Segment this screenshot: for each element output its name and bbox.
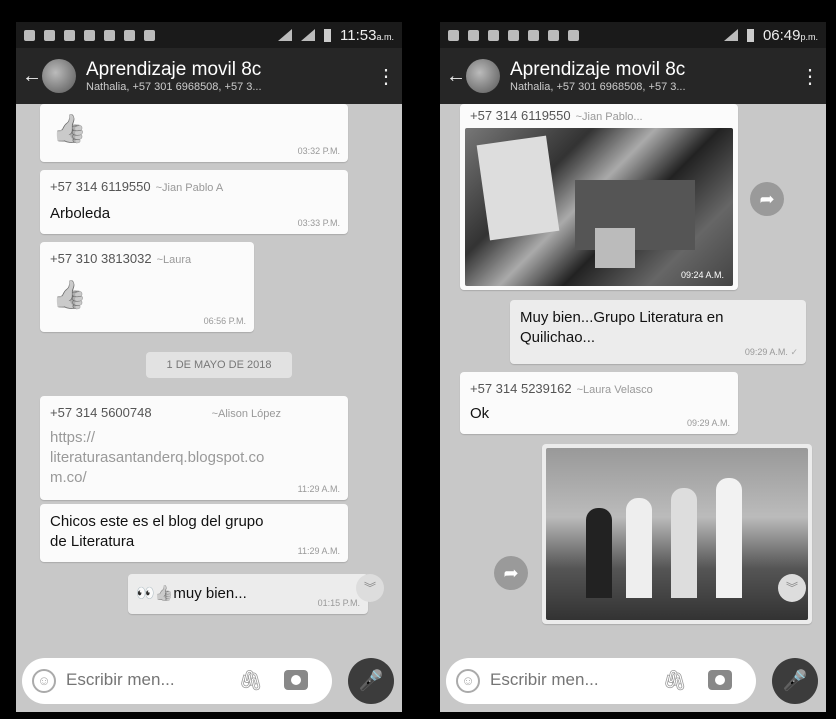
message-bubble[interactable]: +57 314 5239162 ~Laura Velasco Ok 09:29 A… [460, 372, 738, 434]
message-sender: +57 314 5600748 ~Alison López [50, 405, 281, 420]
paperclip-icon[interactable]: 🖇 [238, 668, 263, 693]
group-title: Aprendizaje movil 8c [510, 59, 686, 80]
group-avatar[interactable] [42, 59, 76, 93]
battery-icon [324, 28, 332, 42]
notification-icon [568, 29, 579, 41]
more-vert-icon[interactable]: ⋮ [376, 64, 396, 89]
mic-icon[interactable]: 🎤 [772, 658, 818, 704]
download-icon [548, 29, 559, 41]
message-link[interactable]: https:// literaturasantanderq.blogspot.c… [50, 428, 264, 488]
notification-icon [104, 29, 115, 41]
notification-icon [84, 29, 95, 41]
wifi-icon [278, 29, 293, 41]
notification-icon [528, 29, 539, 41]
mic-icon[interactable]: 🎤 [348, 658, 394, 704]
emoji-icon[interactable]: ☺ [456, 669, 480, 693]
date-separator: 1 DE MAYO DE 2018 [146, 352, 292, 378]
chat-area[interactable]: 👍 03:32 P.M. +57 314 6119550 ~Jian Pablo … [16, 104, 402, 650]
message-bubble[interactable]: 👍 03:32 P.M. [40, 104, 348, 162]
message-text: Arboleda [50, 205, 111, 222]
message-input[interactable] [490, 670, 640, 690]
scroll-down-button[interactable]: ︾ [356, 574, 384, 602]
message-text: Ok [470, 405, 490, 422]
message-text: Muy bien...Grupo Literatura en Quilichao… [520, 309, 724, 346]
message-bubble-outgoing[interactable]: 👀👍muy bien... 01:15 P.M. [128, 574, 368, 614]
chat-photo[interactable] [546, 448, 808, 620]
camera-icon[interactable] [284, 670, 308, 690]
chat-area[interactable]: +57 314 6119550 ~Jian Pablo... 09:24 A.M.… [440, 104, 826, 650]
message-time: 11:29 A.M. [297, 484, 340, 494]
message-sender: +57 314 6119550 ~Jian Pablo A [50, 179, 224, 194]
message-bubble[interactable]: +57 314 6119550 ~Jian Pablo A Arboleda 03… [40, 170, 348, 234]
message-sender: +57 310 3813032 ~Laura [50, 251, 192, 266]
message-bubble[interactable]: +57 310 3813032 ~Laura 👍 06:56 P.M. [40, 242, 254, 332]
status-bar: 06:49p.m. [440, 22, 826, 48]
right-phone-screen: 06:49p.m. ← Aprendizaje movil 8c Nathali… [440, 22, 826, 712]
arrow-left-icon[interactable]: ← [446, 65, 466, 88]
message-input-bar: ☺ 🖇 🎤 [16, 650, 402, 712]
group-avatar[interactable] [466, 59, 500, 93]
left-phone-screen: 11:53a.m. ← Aprendizaje movil 8c Nathali… [16, 22, 402, 712]
forward-icon[interactable]: ➦ [494, 556, 528, 590]
arrow-left-icon[interactable]: ← [22, 65, 42, 88]
emoji-icon[interactable]: ☺ [32, 669, 56, 693]
status-time: 11:53a.m. [340, 26, 394, 44]
scroll-down-button[interactable]: ︾ [778, 574, 806, 602]
paperclip-icon[interactable]: 🖇 [662, 668, 687, 693]
message-time: 11:29 A.M. [297, 546, 340, 556]
check-icon: ✓ [790, 347, 798, 357]
message-time: 09:29 A.M. [686, 418, 730, 428]
message-sender: +57 314 6119550 ~Jian Pablo... [470, 108, 643, 123]
battery-icon [746, 28, 754, 42]
message-time: 01:15 P.M. [317, 598, 360, 608]
notification-icon [44, 29, 55, 41]
message-time: 09:24 A.M. [680, 270, 724, 280]
usb-icon [64, 29, 75, 41]
chat-title-area[interactable]: Aprendizaje movil 8c Nathalia, +57 301 6… [86, 59, 376, 93]
message-time: 03:32 P.M. [297, 146, 340, 156]
thumbs-up-icon: 👍 [52, 113, 87, 144]
message-input-pill[interactable]: ☺ 🖇 [446, 658, 756, 704]
chat-title-area[interactable]: Aprendizaje movil 8c Nathalia, +57 301 6… [510, 59, 800, 93]
message-input-bar: ☺ 🖇 🎤 [440, 650, 826, 712]
message-time: 06:56 P.M. [203, 316, 246, 326]
chat-header: ← Aprendizaje movil 8c Nathalia, +57 301… [16, 48, 402, 104]
group-title: Aprendizaje movil 8c [86, 59, 262, 80]
notification-icon [24, 29, 35, 41]
signal-icon [723, 29, 738, 41]
group-members: Nathalia, +57 301 6968508, +57 3... [510, 81, 686, 93]
mail-icon [144, 29, 155, 41]
message-bubble[interactable]: +57 314 5600748 ~Alison López https:// li… [40, 396, 348, 500]
message-time: 09:29 A.M. ✓ [744, 347, 798, 357]
eyes-emoji-icon: 👀 [136, 585, 155, 602]
status-bar: 11:53a.m. [16, 22, 402, 48]
message-input-pill[interactable]: ☺ 🖇 [22, 658, 332, 704]
chat-header: ← Aprendizaje movil 8c Nathalia, +57 301… [440, 48, 826, 104]
group-members: Nathalia, +57 301 6968508, +57 3... [86, 81, 262, 93]
message-input[interactable] [66, 670, 216, 690]
message-bubble[interactable]: Chicos este es el blog del grupo de Lite… [40, 504, 348, 562]
more-vert-icon[interactable]: ⋮ [800, 64, 820, 89]
message-time: 03:33 P.M. [297, 218, 340, 228]
warning-icon [124, 29, 135, 41]
thumbs-up-icon: 👍 [52, 279, 87, 310]
notification-icon [468, 29, 479, 41]
image-message-bubble[interactable]: +57 314 6119550 ~Jian Pablo... 09:24 A.M. [460, 104, 738, 290]
notification-icon [448, 29, 459, 41]
thumbs-up-icon: 👍 [154, 585, 174, 602]
forward-icon[interactable]: ➦ [750, 182, 784, 216]
signal-icon [301, 29, 316, 41]
camera-icon[interactable] [708, 670, 732, 690]
message-text: 👀👍muy bien... [136, 585, 247, 602]
notification-icon [508, 29, 519, 41]
usb-icon [488, 29, 499, 41]
message-text: Chicos este es el blog del grupo de Lite… [50, 513, 264, 550]
status-time: 06:49p.m. [762, 26, 818, 44]
image-message-bubble-outgoing[interactable] [542, 444, 812, 624]
message-bubble-outgoing[interactable]: Muy bien...Grupo Literatura en Quilichao… [510, 300, 806, 364]
chat-photo[interactable] [465, 128, 733, 286]
message-sender: +57 314 5239162 ~Laura Velasco [470, 381, 653, 396]
